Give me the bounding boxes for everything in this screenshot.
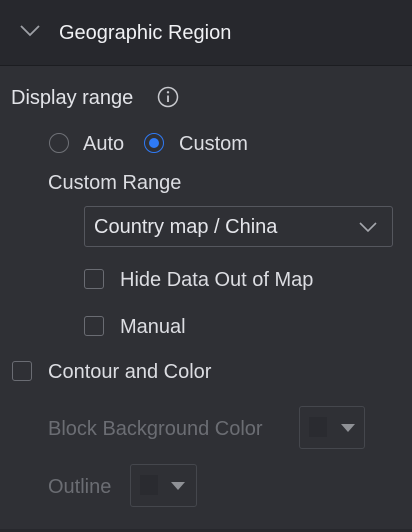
manual-checkbox[interactable] xyxy=(84,316,104,336)
contour-and-color-label[interactable]: Contour and Color xyxy=(48,360,211,384)
caret-down-icon xyxy=(341,424,355,432)
manual-label[interactable]: Manual xyxy=(120,315,186,339)
contour-and-color-checkbox[interactable] xyxy=(12,361,32,381)
color-swatch xyxy=(309,417,327,437)
hide-data-out-of-map-label[interactable]: Hide Data Out of Map xyxy=(120,268,313,292)
radio-auto-label[interactable]: Auto xyxy=(83,132,124,156)
info-icon[interactable] xyxy=(157,86,179,108)
display-range-label: Display range xyxy=(11,87,134,109)
radio-custom[interactable] xyxy=(144,133,164,153)
outline-label: Outline xyxy=(48,476,112,498)
chevron-down-icon xyxy=(359,222,377,233)
section-header[interactable]: Geographic Region xyxy=(0,0,412,66)
section-title: Geographic Region xyxy=(59,22,232,44)
outline-color-picker[interactable] xyxy=(130,464,197,507)
block-background-color-picker[interactable] xyxy=(299,406,365,449)
chevron-down-icon[interactable] xyxy=(19,24,41,38)
hide-data-out-of-map-checkbox[interactable] xyxy=(84,269,104,289)
radio-custom-label[interactable]: Custom xyxy=(179,132,248,156)
custom-range-select[interactable]: Country map / China xyxy=(84,206,393,247)
custom-range-label: Custom Range xyxy=(48,172,182,194)
caret-down-icon xyxy=(171,482,185,490)
custom-range-select-value: Country map / China xyxy=(94,216,278,238)
radio-auto[interactable] xyxy=(49,133,69,153)
color-swatch xyxy=(140,475,158,495)
block-background-color-label: Block Background Color xyxy=(48,418,263,440)
